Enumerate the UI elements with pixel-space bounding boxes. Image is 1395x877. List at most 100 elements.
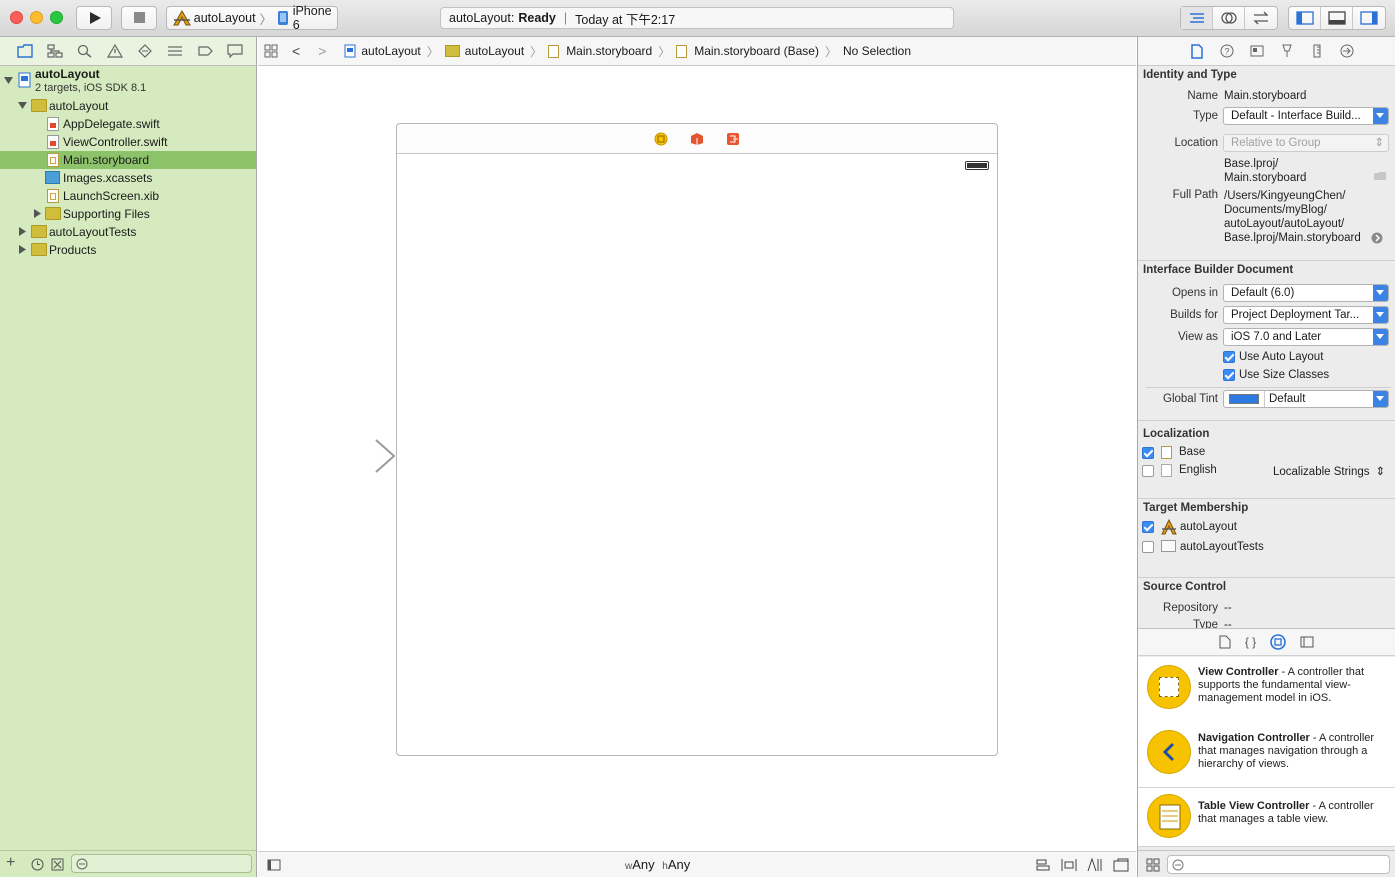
align-icon[interactable] — [1035, 858, 1051, 872]
navigator-item-autolayout-group[interactable]: autoLayout — [0, 97, 256, 115]
library-filter-input[interactable] — [1167, 855, 1390, 874]
identity-section-title: Identity and Type — [1143, 69, 1237, 81]
object-library-icon[interactable] — [1270, 634, 1286, 650]
navigator-item-supporting-files[interactable]: Supporting Files — [0, 205, 256, 223]
library-item-table-view-controller[interactable]: Table View Controller - A controller tha… — [1138, 788, 1395, 847]
navigator-item-images-xcassets[interactable]: Images.xcassets — [0, 169, 256, 187]
standard-editor-button[interactable] — [1181, 7, 1213, 29]
close-window-button[interactable] — [10, 11, 23, 24]
find-navigator-tab[interactable] — [70, 41, 100, 61]
identity-inspector-tab[interactable] — [1242, 44, 1272, 58]
localization-english-checkbox[interactable] — [1142, 465, 1154, 477]
view-controller-icon[interactable] — [654, 132, 668, 146]
xcode-app-icon — [1161, 519, 1177, 535]
test-navigator-tab[interactable] — [130, 41, 160, 61]
breadcrumb-project[interactable]: autoLayout — [361, 44, 420, 58]
toggle-utilities-button[interactable] — [1353, 7, 1385, 29]
issue-navigator-tab[interactable] — [100, 41, 130, 61]
target-autolayout-checkbox[interactable] — [1142, 521, 1154, 533]
project-navigator-tab[interactable] — [10, 41, 40, 61]
activity-project: autoLayout: — [449, 11, 515, 25]
builds-for-popup[interactable]: Project Deployment Tar... — [1223, 306, 1389, 324]
library-item-view-controller[interactable]: View Controller - A controller that supp… — [1138, 657, 1395, 721]
breadcrumb-group[interactable]: autoLayout — [465, 44, 524, 58]
grid-view-icon[interactable] — [1146, 858, 1160, 872]
library-item-text: Table View Controller - A controller tha… — [1198, 800, 1388, 826]
scheme-device-label: iPhone 6 — [292, 4, 332, 32]
view-toggle-control[interactable] — [1288, 6, 1386, 30]
code-snippet-icon[interactable]: { } — [1245, 635, 1256, 649]
updown-chevron-icon: ⇕ — [1375, 466, 1386, 478]
minimize-window-button[interactable] — [30, 11, 43, 24]
library-item-navigation-controller[interactable]: Navigation Controller - A controller tha… — [1138, 720, 1395, 788]
navigator-item-main-storyboard[interactable]: Main.storyboard — [0, 151, 256, 169]
toggle-debug-area-button[interactable] — [1321, 7, 1353, 29]
media-library-icon[interactable] — [1300, 636, 1314, 648]
breadcrumb-localization[interactable]: Main.storyboard (Base) — [694, 44, 819, 58]
connections-inspector-tab[interactable] — [1332, 44, 1362, 58]
editor-mode-control[interactable] — [1180, 6, 1278, 30]
quick-help-tab[interactable]: ? — [1212, 44, 1242, 58]
use-auto-layout-checkbox[interactable] — [1223, 351, 1235, 363]
related-items-icon[interactable] — [264, 44, 278, 58]
resizing-behavior-icon[interactable] — [1113, 858, 1129, 872]
view-as-popup[interactable]: iOS 7.0 and Later — [1223, 328, 1389, 346]
opens-in-value: Default (6.0) — [1231, 287, 1295, 299]
report-navigator-tab[interactable] — [220, 41, 250, 61]
reveal-in-finder-icon[interactable] — [1371, 232, 1383, 244]
navigator-item-viewcontroller[interactable]: ViewController.swift — [0, 133, 256, 151]
first-responder-icon[interactable] — [690, 132, 704, 146]
target-autolayouttests-checkbox[interactable] — [1142, 541, 1154, 553]
navigator-item-products[interactable]: Products — [0, 241, 256, 259]
localization-base-checkbox[interactable] — [1142, 447, 1154, 459]
scm-filter-icon[interactable] — [51, 858, 64, 871]
pin-icon[interactable] — [1061, 858, 1077, 872]
breakpoint-navigator-tab[interactable] — [190, 41, 220, 61]
breadcrumb-file[interactable]: Main.storyboard — [566, 44, 652, 58]
storyboard-canvas[interactable] — [258, 66, 1136, 851]
zoom-window-button[interactable] — [50, 11, 63, 24]
document-outline-toggle-icon[interactable] — [267, 859, 281, 871]
debug-navigator-tab[interactable] — [160, 41, 190, 61]
file-template-icon[interactable] — [1219, 635, 1231, 649]
navigator-item-autolayouttests[interactable]: autoLayoutTests — [0, 223, 256, 241]
run-button[interactable] — [76, 6, 112, 30]
size-inspector-tab[interactable] — [1302, 44, 1332, 58]
back-arrow-icon[interactable]: < — [292, 43, 300, 59]
navigator-item-launchscreen[interactable]: LaunchScreen.xib — [0, 187, 256, 205]
add-icon[interactable]: + — [6, 854, 15, 872]
navigator-item-label: Products — [49, 243, 97, 257]
exit-icon[interactable] — [726, 132, 740, 146]
navigator-item-label: Images.xcassets — [63, 171, 153, 185]
localization-english-type[interactable]: Localizable Strings ⇕ — [1273, 464, 1385, 478]
symbol-navigator-tab[interactable] — [40, 41, 70, 61]
forward-arrow-icon[interactable]: > — [318, 43, 326, 59]
attributes-inspector-tab[interactable] — [1272, 44, 1302, 58]
navigation-controller-icon — [1147, 730, 1191, 774]
file-type-popup[interactable]: Default - Interface Build... — [1223, 107, 1389, 125]
location-popup[interactable]: Relative to Group ⇕ — [1223, 134, 1389, 152]
size-class-selector[interactable]: wAny hAny — [625, 857, 690, 872]
opens-in-popup[interactable]: Default (6.0) — [1223, 284, 1389, 302]
use-size-classes-checkbox[interactable] — [1223, 369, 1235, 381]
choose-folder-icon[interactable] — [1373, 171, 1387, 181]
popup-chevron-icon — [1373, 108, 1388, 124]
activity-status: Ready — [518, 11, 556, 25]
version-editor-button[interactable] — [1245, 7, 1277, 29]
speech-bubble-icon — [227, 44, 243, 58]
assistant-editor-button[interactable] — [1213, 7, 1245, 29]
navigator-item-label: LaunchScreen.xib — [63, 189, 160, 203]
size-class-width: Any — [632, 857, 655, 872]
file-inspector-tab[interactable] — [1182, 43, 1212, 59]
resolve-auto-layout-icon[interactable] — [1087, 858, 1103, 872]
breadcrumb-selection[interactable]: No Selection — [843, 44, 911, 58]
navigator-item-appdelegate[interactable]: AppDelegate.swift — [0, 115, 256, 133]
filter-input[interactable] — [71, 854, 252, 873]
project-row[interactable]: autoLayout 2 targets, iOS SDK 8.1 — [0, 67, 256, 95]
stop-button[interactable] — [121, 6, 157, 30]
scheme-selector[interactable]: autoLayout 〉 iPhone 6 — [166, 4, 338, 32]
view-controller-scene[interactable] — [396, 123, 998, 756]
clock-icon[interactable] — [31, 858, 44, 871]
toggle-navigator-button[interactable] — [1289, 7, 1321, 29]
global-tint-popup[interactable]: Default — [1223, 390, 1389, 408]
